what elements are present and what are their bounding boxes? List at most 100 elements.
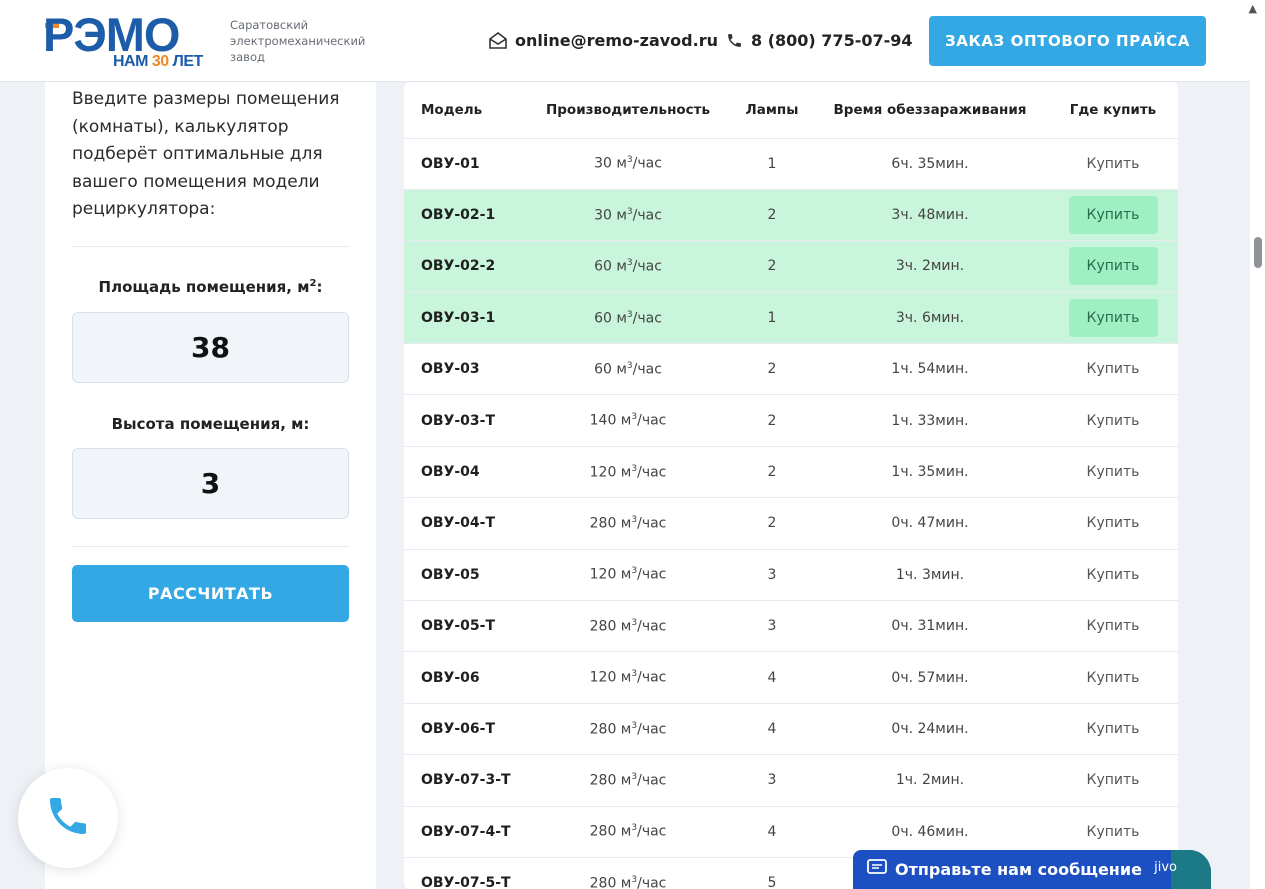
cell-capacity: 30 м3/час bbox=[524, 138, 732, 190]
scrollbar-thumb[interactable] bbox=[1254, 237, 1262, 268]
capacity-unit-suffix: /час bbox=[632, 361, 662, 378]
buy-button[interactable]: Купить bbox=[1087, 413, 1140, 429]
buy-button[interactable]: Купить bbox=[1087, 156, 1140, 172]
email-link[interactable]: online@remo-zavod.ru bbox=[515, 31, 718, 50]
capacity-unit: м bbox=[611, 156, 627, 173]
cell-buy: Купить bbox=[1048, 651, 1178, 704]
capacity-value: 120 bbox=[589, 669, 617, 686]
buy-button[interactable]: Купить bbox=[1087, 824, 1140, 840]
capacity-unit-suffix: /час bbox=[632, 156, 662, 173]
cell-buy: Купить bbox=[1048, 138, 1178, 190]
cell-lamps: 2 bbox=[732, 394, 812, 447]
cell-buy: Купить bbox=[1048, 446, 1178, 499]
table-row: ОВУ-05-Т 280 м3/час 3 0ч. 31мин. Купить bbox=[404, 600, 1178, 653]
capacity-unit-suffix: /час bbox=[632, 310, 662, 327]
cell-model: ОВУ-04-Т bbox=[404, 497, 524, 550]
capacity-unit-suffix: /час bbox=[637, 464, 667, 481]
cell-lamps: 2 bbox=[732, 497, 812, 550]
table-row: ОВУ-02-1 30 м3/час 2 3ч. 48мин. Купить bbox=[404, 189, 1178, 242]
capacity-value: 120 bbox=[589, 567, 617, 584]
cell-capacity: 280 м3/час bbox=[524, 806, 732, 858]
results-table-card: Модель Производительность Лампы Время об… bbox=[404, 82, 1178, 889]
cell-buy: Купить bbox=[1048, 703, 1178, 756]
buy-button[interactable]: Купить bbox=[1087, 721, 1140, 737]
cell-time: 1ч. 2мин. bbox=[812, 754, 1048, 807]
phone-handset-icon bbox=[44, 792, 92, 844]
capacity-unit-suffix: /час bbox=[637, 824, 667, 841]
buy-button[interactable]: Купить bbox=[1087, 618, 1140, 634]
buy-button[interactable]: Купить bbox=[1087, 515, 1140, 531]
page-scrollbar[interactable]: ▲ bbox=[1249, 0, 1265, 889]
capacity-value: 30 bbox=[594, 207, 612, 224]
cell-model: ОВУ-03-1 bbox=[404, 292, 524, 345]
site-header: РЭМО НАМ 30 ЛЕТ Саратовский электромехан… bbox=[0, 0, 1250, 82]
capacity-unit: м bbox=[616, 567, 632, 584]
cell-lamps: 1 bbox=[732, 292, 812, 345]
cell-time: 1ч. 33мин. bbox=[812, 394, 1048, 447]
cell-capacity: 60 м3/час bbox=[524, 343, 732, 396]
table-row: ОВУ-01 30 м3/час 1 6ч. 35мин. Купить bbox=[404, 138, 1178, 190]
logo[interactable]: РЭМО НАМ 30 ЛЕТ bbox=[43, 8, 215, 71]
buy-button[interactable]: Купить bbox=[1068, 298, 1158, 337]
capacity-unit-suffix: /час bbox=[637, 412, 667, 429]
cell-time: 1ч. 35мин. bbox=[812, 446, 1048, 499]
cell-capacity: 280 м3/час bbox=[524, 754, 732, 807]
area-label-text: Площадь помещения, м bbox=[98, 278, 310, 296]
company-tagline: Саратовский электромеханический завод bbox=[230, 18, 366, 64]
col-buy: Где купить bbox=[1048, 82, 1178, 139]
capacity-unit: м bbox=[616, 515, 632, 532]
cell-model: ОВУ-03 bbox=[404, 343, 524, 396]
table-header-row: Модель Производительность Лампы Время об… bbox=[404, 82, 1178, 139]
cell-capacity: 120 м3/час bbox=[524, 446, 732, 499]
callback-button[interactable] bbox=[18, 768, 118, 868]
table-row: ОВУ-04 120 м3/час 2 1ч. 35мин. Купить bbox=[404, 446, 1178, 499]
cell-capacity: 140 м3/час bbox=[524, 394, 732, 447]
capacity-unit: м bbox=[616, 824, 632, 841]
cell-lamps: 1 bbox=[732, 138, 812, 190]
jivo-logo: jivo bbox=[1154, 860, 1177, 875]
buy-button[interactable]: Купить bbox=[1068, 247, 1158, 286]
cell-model: ОВУ-06 bbox=[404, 651, 524, 704]
cell-time: 1ч. 3мин. bbox=[812, 549, 1048, 602]
cell-buy: Купить bbox=[1048, 497, 1178, 550]
buy-button[interactable]: Купить bbox=[1087, 464, 1140, 480]
cell-lamps: 5 bbox=[732, 857, 812, 889]
chat-widget[interactable]: Отправьте нам сообщение jivo bbox=[853, 850, 1211, 889]
divider bbox=[72, 546, 349, 547]
phone-contact[interactable]: 8 (800) 775-07-94 bbox=[726, 31, 913, 50]
capacity-unit-suffix: /час bbox=[632, 258, 662, 275]
calculate-button[interactable]: РАССЧИТАТЬ bbox=[72, 565, 349, 622]
wholesale-price-button[interactable]: ЗАКАЗ ОПТОВОГО ПРАЙСА bbox=[929, 16, 1206, 66]
height-input[interactable]: 3 bbox=[72, 448, 349, 519]
envelope-icon bbox=[489, 32, 507, 49]
capacity-unit: м bbox=[616, 412, 632, 429]
cell-buy: Купить bbox=[1048, 754, 1178, 807]
table-row: ОВУ-03 60 м3/час 2 1ч. 54мин. Купить bbox=[404, 343, 1178, 396]
scroll-up-arrow-icon[interactable]: ▲ bbox=[1249, 2, 1257, 15]
cell-time: 0ч. 31мин. bbox=[812, 600, 1048, 653]
table-row: ОВУ-03-1 60 м3/час 1 3ч. 6мин. Купить bbox=[404, 292, 1178, 345]
buy-button[interactable]: Купить bbox=[1087, 670, 1140, 686]
cell-capacity: 60 м3/час bbox=[524, 240, 732, 293]
buy-button[interactable]: Купить bbox=[1087, 772, 1140, 788]
capacity-unit-suffix: /час bbox=[637, 567, 667, 584]
buy-button[interactable]: Купить bbox=[1068, 196, 1158, 235]
area-input[interactable]: 38 bbox=[72, 312, 349, 383]
capacity-value: 60 bbox=[594, 361, 612, 378]
buy-button[interactable]: Купить bbox=[1087, 361, 1140, 377]
calculator-panel: Введите размеры помещения (комнаты), кал… bbox=[45, 82, 376, 889]
col-time: Время обеззараживания bbox=[812, 82, 1048, 139]
cell-time: 0ч. 57мин. bbox=[812, 651, 1048, 704]
cell-buy: Купить bbox=[1048, 343, 1178, 396]
capacity-unit-suffix: /час bbox=[637, 618, 667, 635]
buy-button[interactable]: Купить bbox=[1087, 567, 1140, 583]
capacity-unit: м bbox=[611, 310, 627, 327]
cell-capacity: 30 м3/час bbox=[524, 189, 732, 242]
capacity-unit: м bbox=[616, 875, 632, 889]
email-contact[interactable]: online@remo-zavod.ru bbox=[489, 31, 718, 50]
phone-link[interactable]: 8 (800) 775-07-94 bbox=[751, 31, 913, 50]
cell-lamps: 2 bbox=[732, 240, 812, 293]
capacity-unit: м bbox=[616, 772, 632, 789]
cell-lamps: 4 bbox=[732, 806, 812, 858]
capacity-value: 140 bbox=[589, 412, 617, 429]
